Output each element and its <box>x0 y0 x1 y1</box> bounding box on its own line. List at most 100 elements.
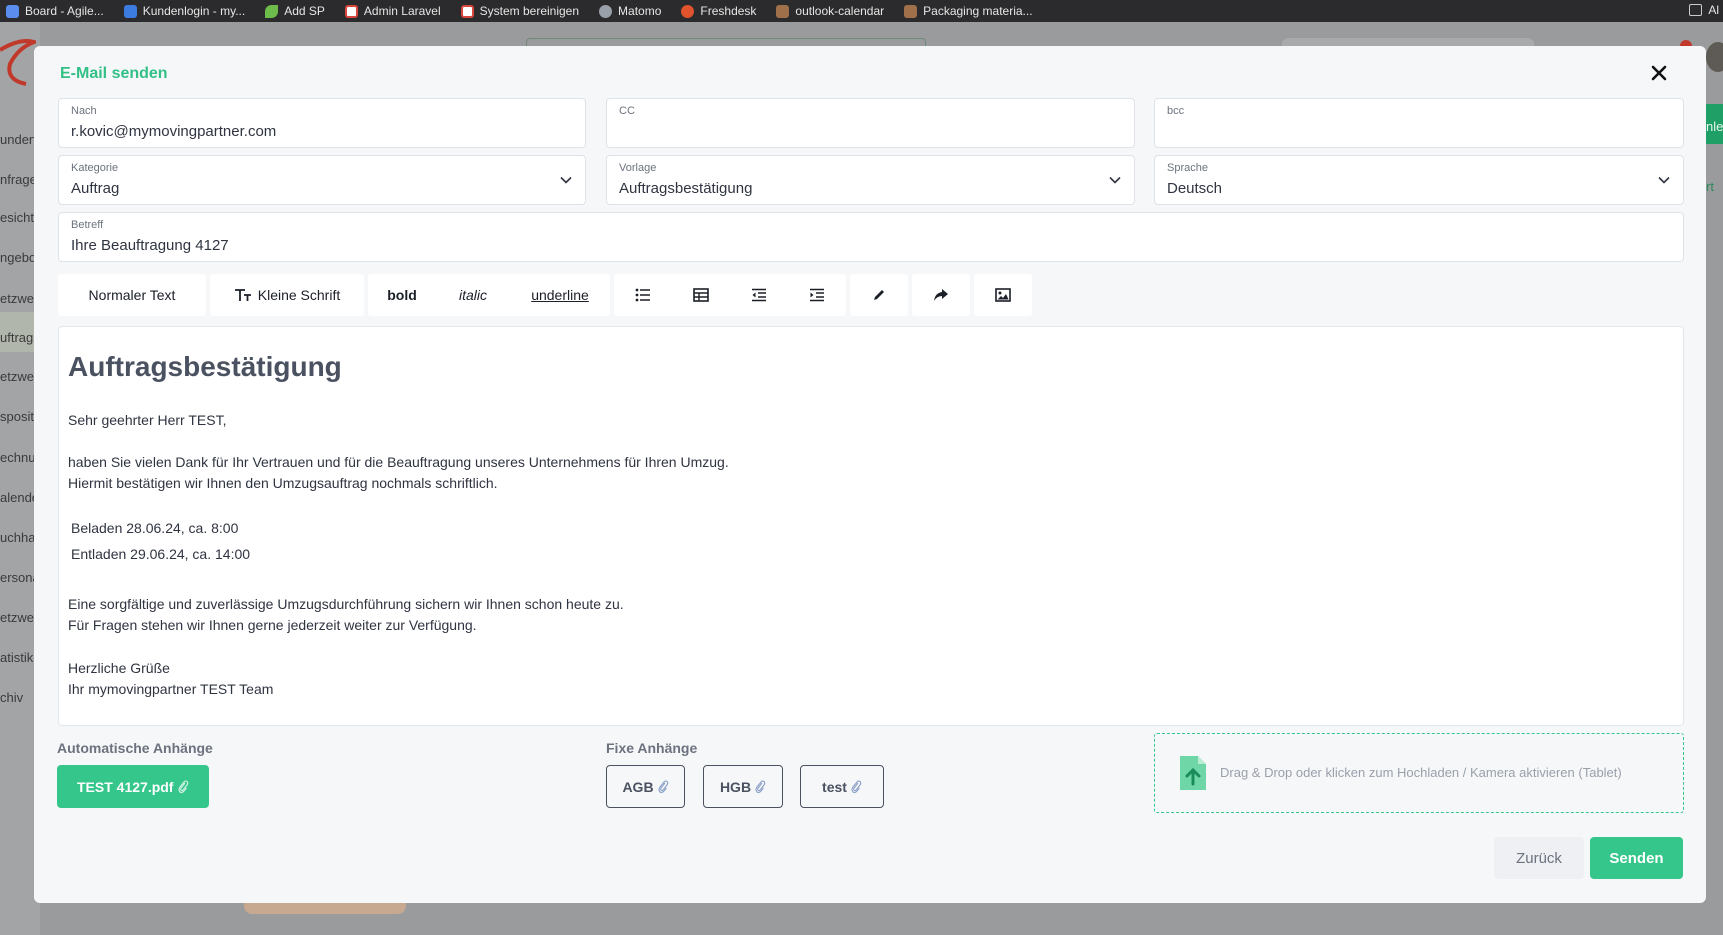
toolbar-group <box>912 274 970 316</box>
bullet-list-button[interactable] <box>614 274 672 316</box>
file-upload-icon <box>1180 756 1206 790</box>
language-select[interactable]: Sprache Deutsch <box>1154 155 1684 205</box>
italic-button[interactable]: italic <box>436 274 510 316</box>
background-fragment: nle <box>1706 119 1723 134</box>
background-sidebar-item: echnu <box>0 450 36 465</box>
background-sidebar-item: sposit <box>0 409 34 424</box>
background-sidebar-item: chiv <box>0 690 24 705</box>
edit-button[interactable] <box>850 274 908 316</box>
underline-button[interactable]: underline <box>510 274 610 316</box>
close-button[interactable] <box>1646 60 1672 86</box>
redo-button[interactable] <box>912 274 970 316</box>
bookmark-favicon-icon <box>123 4 137 18</box>
table-icon <box>693 288 709 302</box>
bookmark[interactable]: Kundenlogin - my... <box>123 4 245 18</box>
logo-icon <box>0 39 36 86</box>
bookmark[interactable]: outlook-calendar <box>776 4 884 18</box>
body-closing: Herzliche Grüße <box>68 660 170 676</box>
auto-attachment-chip[interactable]: TEST 4127.pdf <box>57 765 210 808</box>
fixed-attachment-chip[interactable]: test <box>800 765 884 808</box>
bookmark-favicon-icon <box>681 4 695 18</box>
body-paragraph: Für Fragen stehen wir Ihnen gerne jederz… <box>68 617 477 633</box>
body-paragraph: haben Sie vielen Dank für Ihr Vertrauen … <box>68 454 729 470</box>
fixed-attachment-chip[interactable]: HGB <box>703 765 783 808</box>
avatar <box>1706 42 1723 72</box>
body-signature: Ihr mymovingpartner TEST Team <box>68 681 274 697</box>
bookmark[interactable]: Matomo <box>599 4 661 18</box>
fixed-attachment-chip[interactable]: AGB <box>606 765 685 808</box>
template-label: Vorlage <box>619 162 657 174</box>
toolbar-group <box>974 274 1032 316</box>
leaf-icon <box>265 4 279 18</box>
upload-dropzone[interactable]: Drag & Drop oder klicken zum Hochladen /… <box>1154 733 1684 813</box>
image-icon <box>995 288 1011 302</box>
bookmark-label: Freshdesk <box>700 4 757 18</box>
subject-value[interactable]: Ihre Beauftragung 4127 <box>71 237 229 254</box>
bookmarks-bar: Board - Agile... Kundenlogin - my... Add… <box>0 0 1723 22</box>
back-button[interactable]: Zurück <box>1494 837 1584 879</box>
attachment-name: test <box>822 778 847 795</box>
background-sidebar-item: esicht <box>0 210 34 225</box>
redo-arrow-icon <box>934 289 948 301</box>
background-fragment: rt <box>1706 179 1714 194</box>
template-select[interactable]: Vorlage Auftragsbestätigung <box>606 155 1135 205</box>
attachment-name: AGB <box>622 778 654 795</box>
other-bookmarks[interactable]: Al <box>1689 3 1719 17</box>
background-sidebar-item: ngebo <box>0 250 37 265</box>
category-select[interactable]: Kategorie Auftrag <box>58 155 586 205</box>
chevron-down-icon <box>560 176 572 184</box>
bookmark-favicon-icon <box>6 4 19 18</box>
toolbar-group <box>850 274 908 316</box>
modal-title: E-Mail senden <box>60 65 168 82</box>
attachment-name: HGB <box>719 778 752 795</box>
background-sidebar-item: etzwe <box>0 610 34 625</box>
bookmark[interactable]: Admin Laravel <box>344 4 441 18</box>
bookmark[interactable]: System bereinigen <box>460 4 579 18</box>
table-button[interactable] <box>672 274 730 316</box>
outdent-icon <box>752 288 766 302</box>
paperclip-icon <box>178 780 189 793</box>
small-text-label: Kleine Schrift <box>257 287 341 303</box>
bookmark[interactable]: Packaging materia... <box>904 4 1033 18</box>
background-sidebar-item: etzwe <box>0 369 34 384</box>
toolbar-group: Kleine Schrift <box>210 274 364 316</box>
email-modal: E-Mail senden Nach r.kovic@mymovingpartn… <box>34 46 1706 903</box>
background-sidebar-item: nfrage <box>0 172 37 187</box>
image-button[interactable] <box>974 274 1032 316</box>
subject-field[interactable]: Betreff Ihre Beauftragung 4127 <box>58 212 1684 262</box>
outdent-button[interactable] <box>730 274 788 316</box>
background-sidebar-item: uftrag <box>0 330 34 345</box>
other-bookmarks-label: Al <box>1708 3 1719 17</box>
bcc-field[interactable]: bcc <box>1154 98 1684 148</box>
email-body-editor[interactable]: Auftragsbestätigung Sehr geehrter Herr T… <box>58 326 1684 726</box>
bold-button[interactable]: bold <box>368 274 436 316</box>
to-field[interactable]: Nach r.kovic@mymovingpartner.com <box>58 98 586 148</box>
bookmark[interactable]: Freshdesk <box>681 4 756 18</box>
small-text-button[interactable]: Kleine Schrift <box>210 274 364 316</box>
to-label: Nach <box>71 105 97 117</box>
to-value[interactable]: r.kovic@mymovingpartner.com <box>71 123 276 140</box>
indent-button[interactable] <box>788 274 846 316</box>
background-sidebar-item: unden <box>0 132 37 147</box>
body-load-date: Beladen 28.06.24, ca. 8:00 <box>71 520 239 536</box>
chevron-down-icon <box>1658 176 1670 184</box>
toolbar-group: Normaler Text <box>58 274 206 316</box>
bcc-label: bcc <box>1167 105 1185 117</box>
template-value: Auftragsbestätigung <box>619 180 753 197</box>
editor-toolbar: Normaler Text Kleine Schrift bold italic… <box>58 274 1032 316</box>
send-button[interactable]: Senden <box>1590 837 1683 879</box>
cc-field[interactable]: CC <box>606 98 1135 148</box>
dropzone-text: Drag & Drop oder klicken zum Hochladen /… <box>1220 765 1622 780</box>
bookmark[interactable]: Board - Agile... <box>6 4 104 18</box>
bookmark-label: Add SP <box>284 4 325 18</box>
subject-label: Betreff <box>71 219 104 231</box>
bookmark-favicon-icon <box>344 4 358 18</box>
bookmark-favicon-icon <box>904 4 918 18</box>
paperclip-icon <box>755 780 766 793</box>
normal-text-button[interactable]: Normaler Text <box>58 274 206 316</box>
bookmark[interactable]: Add SP <box>265 4 325 18</box>
background-sidebar-item: etzwe <box>0 291 34 306</box>
background-sidebar-item: uchha <box>0 530 36 545</box>
bookmark-label: outlook-calendar <box>795 4 885 18</box>
toolbar-group: bold italic underline <box>368 274 610 316</box>
